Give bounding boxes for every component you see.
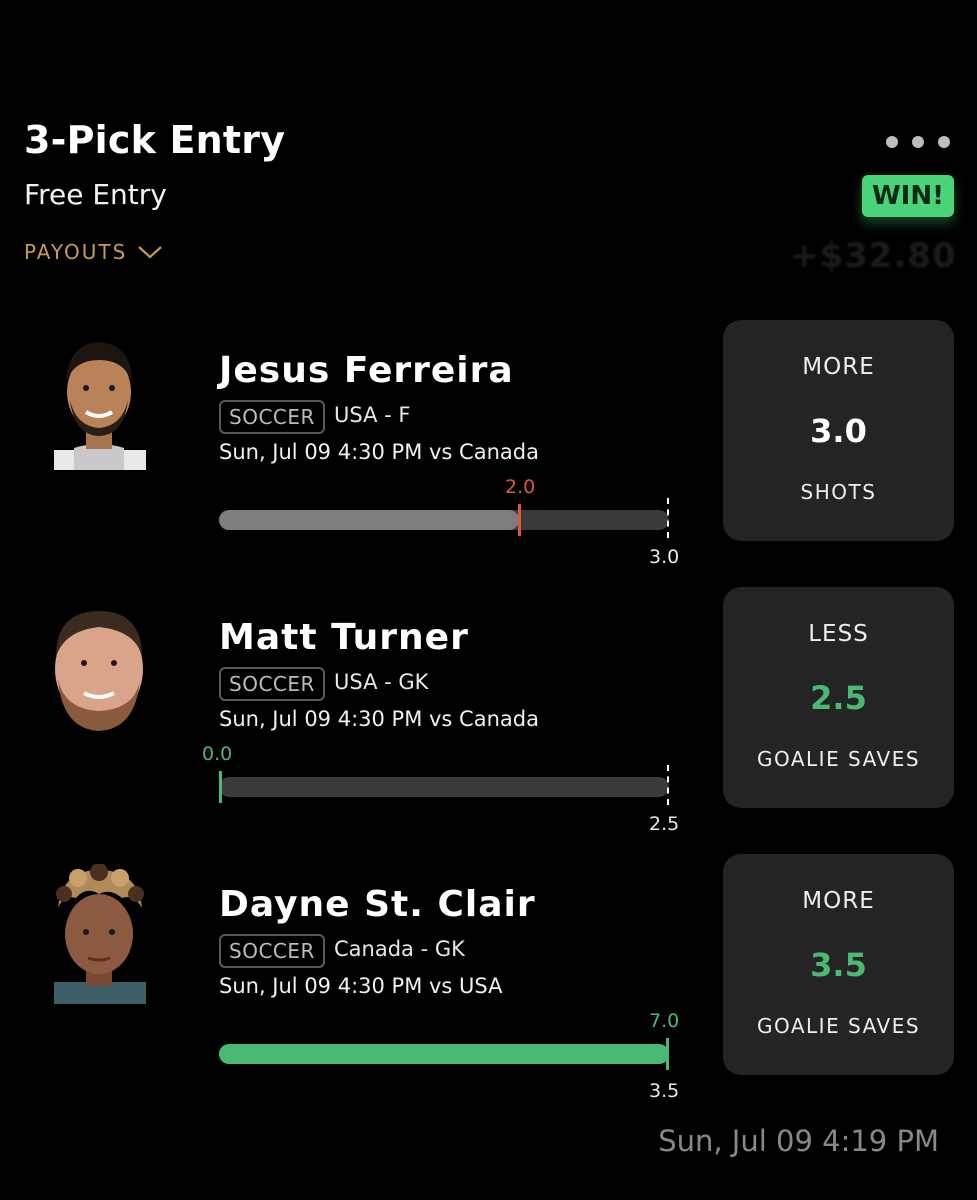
more-options-button[interactable] [886,136,950,148]
team-position: USA - GK [334,670,429,694]
dot-icon [938,136,950,148]
winnings-amount: +$32.80 [790,236,957,276]
sport-tag: SOCCER [219,934,325,968]
dot-icon [886,136,898,148]
sport-tag: SOCCER [219,400,325,434]
line-value-label: 3.5 [649,1080,680,1102]
entry-subtitle: Free Entry [24,178,167,211]
actual-marker [219,771,222,803]
pick-row: Matt Turner SOCCER USA - GK Sun, Jul 09 … [0,587,977,835]
player-name: Dayne St. Clair [219,884,536,925]
player-name: Matt Turner [219,617,469,658]
progress-track [219,777,669,797]
payouts-toggle[interactable]: PAYOUTS [24,240,163,264]
stat-progress-bar [219,498,669,538]
pick-line-value: 3.5 [810,946,867,984]
pick-card[interactable]: MORE 3.0 SHOTS [723,320,954,541]
pick-stat: GOALIE SAVES [756,1014,921,1038]
chevron-down-icon [138,246,163,259]
player-avatar [54,864,146,1004]
pick-stat: GOALIE SAVES [756,747,921,771]
pick-row: Dayne St. Clair SOCCER Canada - GK Sun, … [0,854,977,1102]
pick-row: Jesus Ferreira SOCCER USA - F Sun, Jul 0… [0,320,977,568]
dot-icon [912,136,924,148]
actual-value-label: 2.0 [505,476,536,498]
stat-progress-bar [219,1038,669,1070]
team-position: USA - F [334,403,411,427]
actual-value-label: 7.0 [649,1010,680,1032]
player-avatar [55,611,143,731]
game-info: Sun, Jul 09 4:30 PM vs USA [219,974,503,998]
status-badge: WIN! [862,175,954,217]
sport-tag: SOCCER [219,667,325,701]
progress-fill [219,510,519,530]
entry-timestamp: Sun, Jul 09 4:19 PM [658,1124,939,1158]
actual-value-label: 0.0 [202,743,233,765]
line-marker [667,765,669,805]
player-name: Jesus Ferreira [219,350,514,391]
team-position: Canada - GK [334,937,465,961]
payouts-label: PAYOUTS [24,240,128,264]
game-info: Sun, Jul 09 4:30 PM vs Canada [219,707,539,731]
pick-direction: LESS [808,621,869,647]
line-value-label: 3.0 [649,546,680,568]
player-avatar [54,342,146,470]
pick-line-value: 2.5 [810,679,867,717]
pick-line-value: 3.0 [810,412,867,450]
pick-direction: MORE [802,354,875,380]
progress-fill [219,1044,669,1064]
actual-marker [518,504,521,536]
game-info: Sun, Jul 09 4:30 PM vs Canada [219,440,539,464]
pick-direction: MORE [802,888,875,914]
entry-title: 3-Pick Entry [24,118,286,162]
line-marker [667,498,669,538]
line-value-label: 2.5 [649,813,680,835]
pick-stat: SHOTS [800,480,877,504]
stat-progress-bar [219,765,669,805]
pick-card[interactable]: MORE 3.5 GOALIE SAVES [723,854,954,1075]
actual-marker [666,1038,669,1070]
pick-card[interactable]: LESS 2.5 GOALIE SAVES [723,587,954,808]
